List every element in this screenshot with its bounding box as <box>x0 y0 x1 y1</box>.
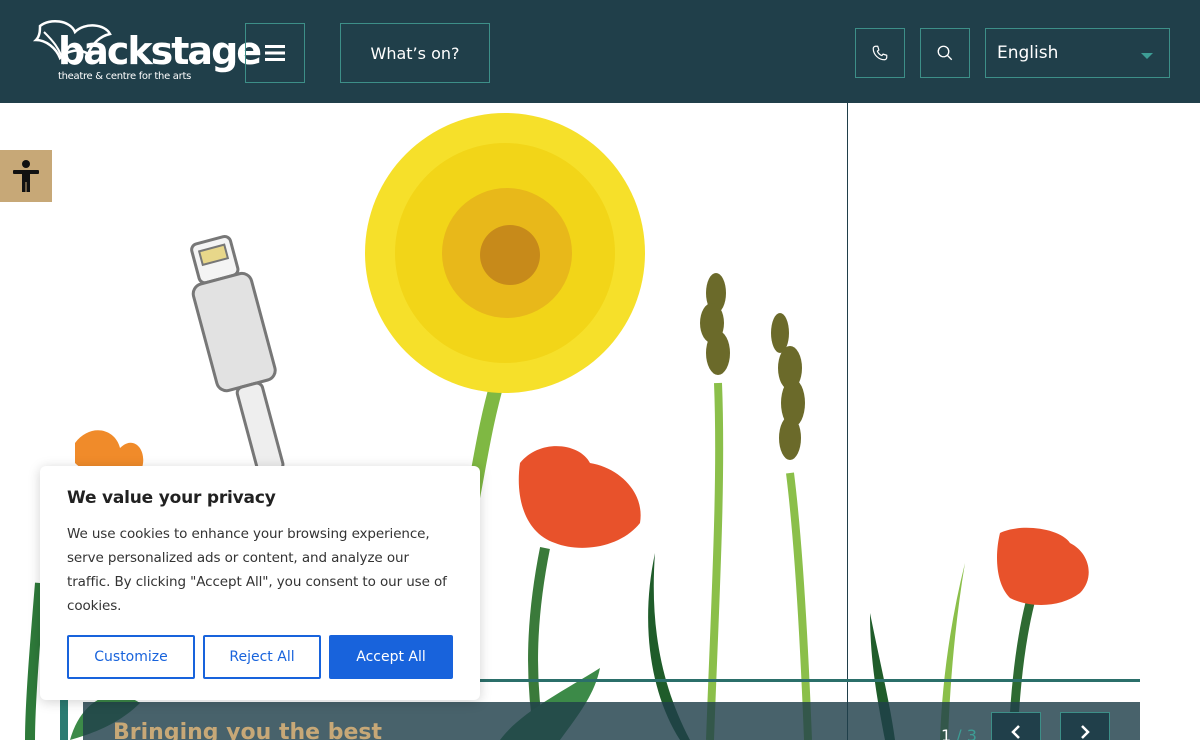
slide-pager: 1 / 3 <box>941 726 977 740</box>
hero-divider <box>847 103 848 740</box>
language-value: English <box>997 43 1059 63</box>
customize-button[interactable]: Customize <box>67 635 195 679</box>
banner-title: Bringing you the best <box>113 720 382 740</box>
language-select[interactable]: English <box>985 28 1170 78</box>
previous-slide-button[interactable] <box>991 712 1041 740</box>
accessibility-button[interactable] <box>0 150 52 202</box>
cookie-consent-dialog: We value your privacy We use cookies to … <box>40 466 480 700</box>
next-slide-button[interactable] <box>1060 712 1110 740</box>
accessibility-person-icon <box>13 160 39 192</box>
caret-down-icon <box>1141 53 1153 59</box>
logo-wordmark: backstage <box>58 29 262 73</box>
banner-accent-bar <box>60 700 68 740</box>
search-icon <box>937 45 953 61</box>
pager-total: 3 <box>966 726 977 740</box>
page: backstage theatre & centre for the arts … <box>0 0 1200 740</box>
phone-button[interactable] <box>855 28 905 78</box>
menu-button[interactable] <box>245 23 305 83</box>
search-button[interactable] <box>920 28 970 78</box>
reject-all-button[interactable]: Reject All <box>203 635 321 679</box>
cookie-title: We value your privacy <box>67 488 276 508</box>
hero-banner: Bringing you the best 1 / 3 <box>83 702 1140 740</box>
hamburger-menu-icon <box>265 45 285 61</box>
logo-tagline: theatre & centre for the arts <box>58 71 191 82</box>
cookie-body: We use cookies to enhance your browsing … <box>67 526 447 614</box>
site-header: backstage theatre & centre for the arts … <box>0 0 1200 103</box>
chevron-left-icon <box>1011 725 1020 739</box>
chevron-right-icon <box>1081 725 1090 739</box>
accept-all-button[interactable]: Accept All <box>329 635 453 679</box>
site-logo[interactable]: backstage theatre & centre for the arts <box>30 18 262 88</box>
whats-on-button[interactable]: What’s on? <box>340 23 490 83</box>
phone-icon <box>872 45 888 61</box>
pager-current: 1 <box>941 726 952 740</box>
banner-top-rule <box>480 679 1140 682</box>
pager-separator: / <box>956 726 962 740</box>
